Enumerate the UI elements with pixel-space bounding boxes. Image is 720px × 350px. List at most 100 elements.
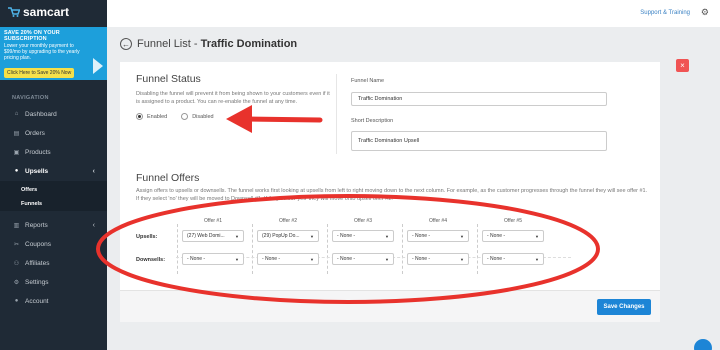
- select-value: (29) PopUp Do...: [262, 233, 300, 239]
- upsell-select-2[interactable]: (29) PopUp Do... ▼: [257, 230, 319, 242]
- select-value: - None -: [262, 256, 281, 262]
- sidebar-subitem-funnels[interactable]: Funnels: [0, 197, 107, 211]
- downsell-select-3[interactable]: - None - ▼: [332, 253, 394, 265]
- coupons-icon: ✂: [13, 241, 20, 248]
- brand-logo[interactable]: samcart: [0, 0, 107, 24]
- funnel-name-input[interactable]: Traffic Domination: [351, 92, 607, 106]
- offer-header-2: Offer #2: [279, 218, 297, 224]
- account-icon: ●: [14, 298, 19, 304]
- offer-header-1: Offer #1: [204, 218, 222, 224]
- promo-banner[interactable]: SAVE 20% ON YOUR SUBSCRIPTION Lower your…: [0, 27, 107, 80]
- sidebar-item-upsells[interactable]: ● Upsells ‹: [0, 162, 107, 180]
- short-description-label: Short Description: [351, 118, 394, 124]
- upsells-icon: ●: [14, 168, 19, 174]
- sidebar-item-label: Settings: [25, 278, 49, 286]
- upsells-label: Upsells:: [136, 234, 158, 240]
- column-divider: [402, 224, 403, 274]
- nav-heading: NAVIGATION: [12, 95, 49, 101]
- offer-header-5: Offer #5: [504, 218, 522, 224]
- enabled-label: Enabled: [147, 113, 168, 120]
- promo-title: SAVE 20% ON YOUR SUBSCRIPTION: [4, 30, 60, 42]
- select-value: - None -: [487, 233, 506, 239]
- back-button[interactable]: ←: [120, 38, 132, 50]
- promo-button[interactable]: Click Here to Save 20% Now: [4, 68, 75, 78]
- sidebar-item-orders[interactable]: ▤ Orders: [0, 124, 107, 142]
- chevron-left-icon: ‹: [92, 221, 95, 229]
- sidebar-item-settings[interactable]: ⚙ Settings: [0, 273, 107, 291]
- cart-icon: [8, 7, 20, 17]
- caret-down-icon: ▼: [460, 257, 464, 262]
- sidebar-item-label: Orders: [25, 129, 45, 137]
- funnel-status-title: Funnel Status: [136, 73, 201, 85]
- promo-text: Lower your monthly payment to $99/mo by …: [4, 43, 80, 61]
- column-divider: [477, 224, 478, 274]
- downsell-select-2[interactable]: - None - ▼: [257, 253, 319, 265]
- divider: [336, 74, 337, 154]
- page-title: Funnel List - Traffic Domination: [137, 38, 297, 50]
- caret-down-icon: ▼: [385, 257, 389, 262]
- status-radio-group: Enabled Disabled: [136, 113, 214, 120]
- sidebar-item-label: Coupons: [25, 240, 52, 248]
- affiliates-icon: ⚇: [13, 260, 20, 267]
- column-divider: [327, 224, 328, 274]
- support-link[interactable]: Support & Training: [640, 10, 690, 16]
- disabled-label: Disabled: [192, 113, 214, 120]
- home-icon: ⌂: [14, 111, 19, 117]
- funnel-name-label: Funnel Name: [351, 78, 385, 84]
- downsell-select-1[interactable]: - None - ▼: [182, 253, 244, 265]
- save-changes-button[interactable]: Save Changes: [597, 299, 651, 315]
- sidebar-item-label: Upsells: [25, 167, 49, 175]
- help-bubble-icon[interactable]: [694, 339, 712, 350]
- caret-down-icon: ▼: [235, 234, 239, 239]
- upsell-select-3[interactable]: - None - ▼: [332, 230, 394, 242]
- downsell-select-4[interactable]: - None - ▼: [407, 253, 469, 265]
- funnel-status-description: Disabling the funnel will prevent it fro…: [136, 91, 330, 105]
- sidebar-item-dashboard[interactable]: ⌂ Dashboard: [0, 105, 107, 123]
- gear-icon[interactable]: ⚙: [701, 7, 709, 18]
- select-value: - None -: [487, 256, 506, 262]
- select-value: - None -: [187, 256, 206, 262]
- orders-icon: ▤: [13, 130, 20, 137]
- upsell-select-1[interactable]: (27) Web Domi... ▼: [182, 230, 244, 242]
- caret-down-icon: ▼: [535, 257, 539, 262]
- sidebar-item-products[interactable]: ▣ Products: [0, 143, 107, 161]
- caret-down-icon: ▼: [535, 234, 539, 239]
- products-icon: ▣: [13, 149, 20, 156]
- sidebar-item-label: Products: [25, 148, 51, 156]
- select-value: - None -: [337, 233, 356, 239]
- offer-header-4: Offer #4: [429, 218, 447, 224]
- close-button[interactable]: ×: [676, 59, 689, 72]
- column-divider: [252, 224, 253, 274]
- sidebar-item-coupons[interactable]: ✂ Coupons: [0, 235, 107, 253]
- upsell-select-5[interactable]: - None - ▼: [482, 230, 544, 242]
- disabled-radio[interactable]: [181, 113, 189, 120]
- sidebar-item-label: Reports: [25, 221, 48, 229]
- select-value: - None -: [412, 233, 431, 239]
- page-title-prefix: Funnel List -: [137, 38, 201, 50]
- upsell-select-4[interactable]: - None - ▼: [407, 230, 469, 242]
- caret-down-icon: ▼: [235, 257, 239, 262]
- select-value: - None -: [412, 256, 431, 262]
- page-title-name: Traffic Domination: [200, 38, 298, 50]
- short-description-textarea[interactable]: Traffic Domination Upsell: [351, 131, 607, 151]
- chevron-left-icon: ‹: [92, 167, 95, 175]
- select-value: - None -: [337, 256, 356, 262]
- sidebar-item-label: Account: [25, 297, 49, 305]
- sidebar-item-affiliates[interactable]: ⚇ Affiliates: [0, 254, 107, 272]
- downsell-select-5[interactable]: - None - ▼: [482, 253, 544, 265]
- select-value: (27) Web Domi...: [187, 233, 225, 239]
- sidebar-item-account[interactable]: ● Account: [0, 292, 107, 310]
- reports-icon: ▥: [13, 222, 20, 229]
- sidebar-subitem-offers[interactable]: Offers: [0, 183, 107, 197]
- caret-down-icon: ▼: [310, 257, 314, 262]
- enabled-radio[interactable]: [136, 113, 143, 120]
- funnel-offers-description: Assign offers to upsells or downsells. T…: [136, 188, 648, 202]
- caret-down-icon: ▼: [460, 234, 464, 239]
- downsells-label: Downsells:: [136, 257, 166, 263]
- caret-down-icon: ▼: [310, 234, 314, 239]
- settings-icon: ⚙: [13, 279, 20, 286]
- sidebar-item-reports[interactable]: ▥ Reports ‹: [0, 216, 107, 234]
- sidebar-item-label: Affiliates: [25, 259, 50, 267]
- funnel-offers-title: Funnel Offers: [136, 172, 200, 184]
- sidebar-item-label: Dashboard: [25, 110, 57, 118]
